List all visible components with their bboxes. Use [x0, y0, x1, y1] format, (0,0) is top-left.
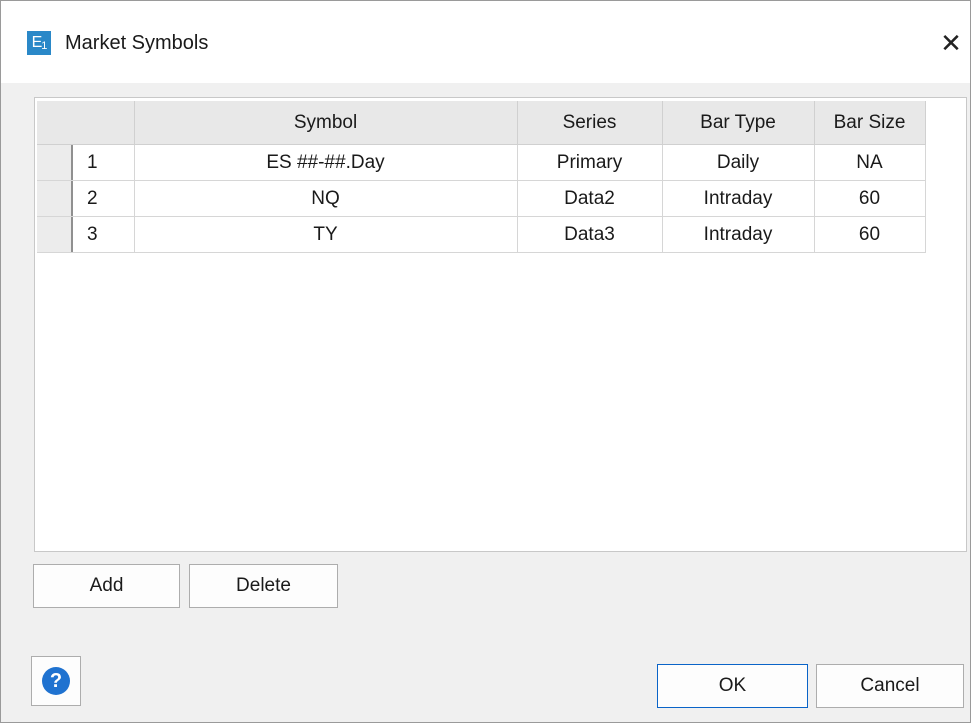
table-row[interactable]: 3 TY Data3 Intraday 60 [37, 216, 926, 253]
bar-type-cell[interactable]: Intraday [662, 216, 815, 253]
delete-button[interactable]: Delete [189, 564, 338, 608]
bar-size-cell[interactable]: NA [814, 144, 926, 181]
bar-size-cell[interactable]: 60 [814, 180, 926, 217]
add-button[interactable]: Add [33, 564, 180, 608]
symbol-cell[interactable]: ES ##-##.Day [134, 144, 518, 181]
row-number: 1 [37, 144, 135, 181]
column-header-series[interactable]: Series [517, 101, 663, 145]
help-button[interactable]: ? [31, 656, 81, 706]
title-bar: E1 Market Symbols ✕ [1, 1, 970, 83]
header-row: Symbol Series Bar Type Bar Size [37, 101, 926, 145]
row-number: 2 [37, 180, 135, 217]
table-row[interactable]: 2 NQ Data2 Intraday 60 [37, 180, 926, 217]
bar-type-cell[interactable]: Daily [662, 144, 815, 181]
series-cell[interactable]: Data2 [517, 180, 663, 217]
symbol-cell[interactable]: TY [134, 216, 518, 253]
column-header-symbol[interactable]: Symbol [134, 101, 518, 145]
bar-size-cell[interactable]: 60 [814, 216, 926, 253]
series-cell[interactable]: Data3 [517, 216, 663, 253]
close-icon[interactable]: ✕ [931, 21, 971, 65]
row-number: 3 [37, 216, 135, 253]
app-icon: E1 [27, 31, 51, 55]
cancel-button[interactable]: Cancel [816, 664, 964, 708]
market-symbols-dialog: E1 Market Symbols ✕ Symbol Series Bar Ty… [0, 0, 971, 723]
symbols-grid: Symbol Series Bar Type Bar Size 1 ES ##-… [34, 97, 967, 552]
symbols-table: Symbol Series Bar Type Bar Size 1 ES ##-… [37, 101, 926, 253]
table-row[interactable]: 1 ES ##-##.Day Primary Daily NA [37, 144, 926, 181]
help-icon: ? [42, 667, 70, 695]
column-header-bar-type[interactable]: Bar Type [662, 101, 815, 145]
column-header-bar-size[interactable]: Bar Size [814, 101, 926, 145]
app-icon-letter: E [31, 34, 43, 51]
bar-type-cell[interactable]: Intraday [662, 180, 815, 217]
window-title: Market Symbols [65, 32, 209, 54]
ok-button[interactable]: OK [657, 664, 808, 708]
series-cell[interactable]: Primary [517, 144, 663, 181]
column-header-corner [37, 101, 135, 145]
symbol-cell[interactable]: NQ [134, 180, 518, 217]
app-icon-subscript: 1 [41, 39, 47, 52]
